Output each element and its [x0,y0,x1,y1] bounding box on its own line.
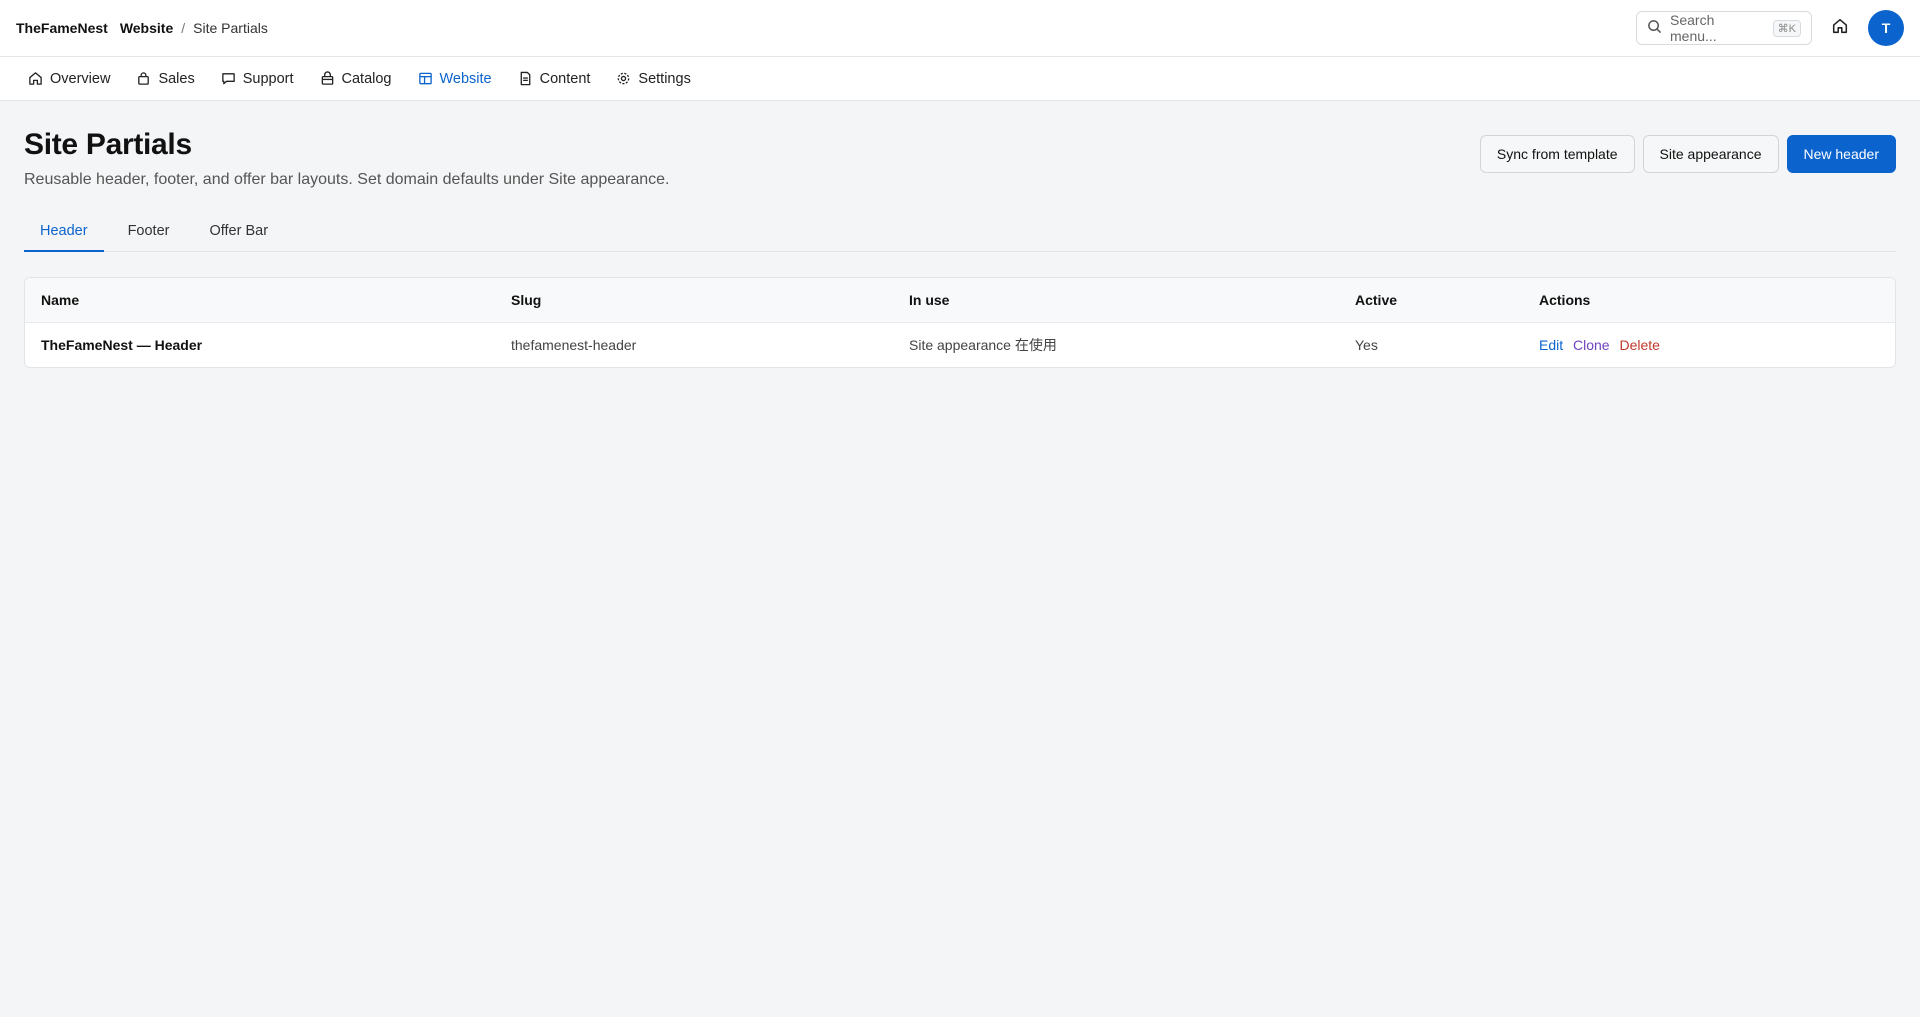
cell-actions: Edit Clone Delete [1523,322,1895,367]
partials-table: Name Slug In use Active Actions TheFameN… [24,277,1896,368]
main-content: Site Partials Reusable header, footer, a… [0,101,1920,394]
tab-header[interactable]: Header [24,213,104,252]
nav-item-catalog[interactable]: Catalog [320,71,392,87]
home-button[interactable] [1828,16,1852,40]
table-header-row: Name Slug In use Active Actions [25,278,1895,323]
search-input[interactable]: Search menu... ⌘K [1636,11,1812,45]
edit-link[interactable]: Edit [1539,337,1563,353]
home-icon [29,72,42,85]
breadcrumb: TheFameNest Website / Site Partials [16,20,268,36]
breadcrumb-section[interactable]: Website [120,20,173,36]
nav-item-support[interactable]: Support [221,71,294,87]
nav-item-content[interactable]: Content [518,70,591,87]
tab-footer[interactable]: Footer [112,213,186,251]
nav-item-overview[interactable]: Overview [28,71,110,87]
delete-link[interactable]: Delete [1620,337,1660,353]
brand-link[interactable]: TheFameNest [16,20,108,36]
nav-item-settings[interactable]: Settings [616,70,691,87]
table-row: TheFameNest — Header thefamenest-header … [25,322,1895,367]
column-header-slug: Slug [495,278,893,323]
box-icon [321,71,333,85]
search-shortcut: ⌘K [1772,19,1801,37]
gear-icon [618,72,630,85]
chat-icon [221,73,235,85]
column-header-name: Name [25,278,495,323]
avatar[interactable]: T [1868,10,1904,46]
nav-label: Catalog [341,70,392,87]
layout-icon [418,72,432,85]
cell-active: Yes [1355,336,1378,353]
nav-label: Settings [638,70,691,87]
site-appearance-button[interactable]: Site appearance [1642,135,1779,173]
nav-label: Support [242,70,294,87]
nav-item-sales[interactable]: Sales [136,70,195,87]
home-icon [1831,17,1849,39]
cell-slug: thefamenest-header [511,336,637,353]
page-actions: Sync from template Site appearance New h… [1479,135,1896,173]
column-header-in-use: In use [893,278,1339,323]
cell-in-use: Site appearance 在使用 [909,336,1057,353]
new-header-button[interactable]: New header [1786,135,1896,173]
tab-offer-bar[interactable]: Offer Bar [193,213,284,251]
column-header-actions: Actions [1523,278,1895,323]
sync-from-template-button[interactable]: Sync from template [1479,135,1635,173]
top-bar: TheFameNest Website / Site Partials Sear… [0,0,1920,57]
column-header-active: Active [1339,278,1523,323]
page-subtitle: Reusable header, footer, and offer bar l… [24,171,670,188]
nav-item-website[interactable]: Website [418,71,492,87]
breadcrumb-current: Site Partials [193,20,268,36]
page-title: Site Partials [24,128,192,161]
cell-name: TheFameNest — Header [41,336,203,353]
search-placeholder: Search menu... [1670,12,1717,44]
main-nav: Overview Sales Support Catalog Website C… [0,57,1920,101]
search-icon [1647,19,1662,37]
partial-tabs: Header Footer Offer Bar [24,213,1896,252]
nav-label: Overview [50,70,111,87]
bag-icon [138,72,150,85]
clone-link[interactable]: Clone [1573,337,1610,353]
nav-label: Content [539,70,591,87]
breadcrumb-separator: / [181,20,186,36]
nav-label: Website [439,70,492,87]
nav-label: Sales [158,70,195,87]
document-icon [520,71,530,86]
